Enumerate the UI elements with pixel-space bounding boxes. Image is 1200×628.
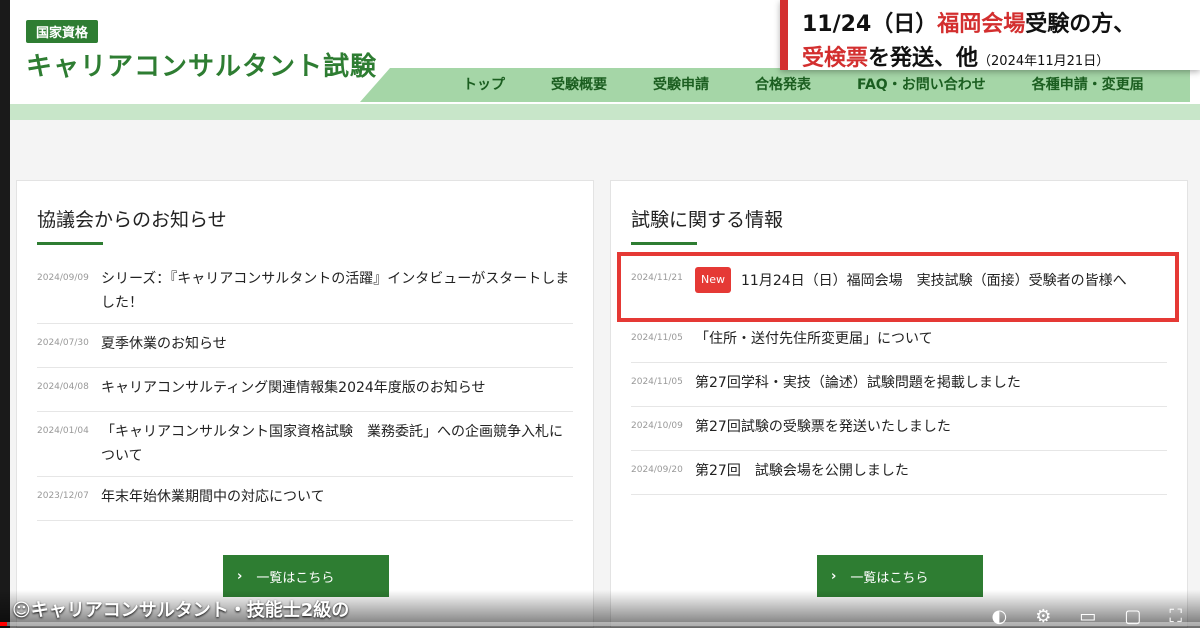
news-link[interactable]: キャリアコンサルティング関連情報集2024年度版のお知らせ	[101, 376, 486, 400]
news-link[interactable]: 夏季休業のお知らせ	[101, 332, 227, 356]
view-all-label: 一覧はこちら	[256, 570, 335, 586]
national-qualification-badge: 国家資格	[26, 20, 99, 43]
list-item[interactable]: 2024/07/30 夏季休業のお知らせ	[37, 324, 573, 368]
news-date: 2024/04/08	[37, 382, 89, 392]
news-list: 2024/09/09 シリーズ：『キャリアコンサルタントの活躍』インタビューがス…	[37, 259, 573, 521]
main-nav: トップ 受験概要 受験申請 合格発表 FAQ・お問い合わせ 各種申請・変更届	[440, 74, 1167, 94]
overlay-sent: を発送、他	[868, 46, 979, 71]
exam-info-panel: 試験に関する情報 2024/11/21 New 11月24日（日）福岡会場 実技試…	[610, 180, 1188, 628]
news-date: 2024/09/20	[631, 465, 683, 475]
list-item[interactable]: 2024/01/04 「キャリアコンサルタント国家資格試験 業務委託」への企画競…	[37, 412, 573, 477]
news-list: 2024/11/21 New 11月24日（日）福岡会場 実技試験（面接）受験者の…	[631, 259, 1167, 495]
overlay-date-text: 11/24（日）	[802, 12, 938, 37]
title-underline	[37, 242, 103, 245]
news-date: 2024/09/09	[37, 273, 89, 283]
list-item[interactable]: 2024/11/05 「住所・送付先住所変更届」について	[631, 319, 1167, 363]
chevron-right-icon: ›	[831, 568, 837, 584]
list-item[interactable]: 2024/09/09 シリーズ：『キャリアコンサルタントの活躍』インタビューがス…	[37, 259, 573, 324]
video-frame-edge	[0, 0, 10, 628]
list-item[interactable]: 2023/12/07 年末年始休業期間中の対応について	[37, 477, 573, 521]
video-title[interactable]: ☺キャリアコンサルタント・技能士2級の	[12, 596, 349, 622]
nav-item-results[interactable]: 合格発表	[732, 74, 834, 94]
panel-title: 試験に関する情報	[631, 209, 784, 231]
nav-item-changes[interactable]: 各種申請・変更届	[1009, 74, 1167, 94]
panel-title: 協議会からのお知らせ	[37, 209, 227, 231]
news-link[interactable]: 年末年始休業期間中の対応について	[101, 485, 325, 509]
list-item[interactable]: 2024/11/21 New 11月24日（日）福岡会場 実技試験（面接）受験者の…	[631, 259, 1167, 319]
news-date: 2024/10/09	[631, 421, 683, 431]
news-link[interactable]: 「住所・送付先住所変更届」について	[695, 327, 933, 351]
list-item[interactable]: 2024/11/05 第27回学科・実技（論述）試験問題を掲載しました	[631, 363, 1167, 407]
nav-item-overview[interactable]: 受験概要	[528, 74, 630, 94]
list-item[interactable]: 2024/10/09 第27回試験の受験票を発送いたしました	[631, 407, 1167, 451]
new-badge: New	[695, 267, 731, 293]
chevron-right-icon: ›	[237, 568, 243, 584]
view-all-label: 一覧はこちら	[850, 570, 929, 586]
list-item[interactable]: 2024/04/08 キャリアコンサルティング関連情報集2024年度版のお知らせ	[37, 368, 573, 412]
header-divider	[10, 104, 1200, 120]
progress-bar[interactable]	[0, 622, 1200, 626]
news-date: 2024/11/05	[631, 377, 683, 387]
news-link[interactable]: 「キャリアコンサルタント国家資格試験 業務委託」への企画競争入札について	[101, 420, 573, 468]
title-underline	[631, 242, 697, 245]
news-link[interactable]: 第27回試験の受験票を発送いたしました	[695, 415, 951, 439]
progress-fill	[0, 622, 8, 626]
site-title[interactable]: キャリアコンサルタント試験	[26, 46, 377, 83]
overlay-line-1: 11/24（日）福岡会場受験の方、	[802, 6, 1186, 38]
news-link-text: 11月24日（日）福岡会場 実技試験（面接）受験者の皆様へ	[741, 273, 1127, 289]
list-item[interactable]: 2024/09/20 第27回 試験会場を公開しました	[631, 451, 1167, 495]
news-link[interactable]: New 11月24日（日）福岡会場 実技試験（面接）受験者の皆様へ	[695, 267, 1127, 293]
news-link[interactable]: 第27回 試験会場を公開しました	[695, 459, 909, 483]
nav-item-top[interactable]: トップ	[440, 74, 528, 94]
news-date: 2023/12/07	[37, 491, 89, 501]
news-caption-overlay: 11/24（日）福岡会場受験の方、 受検票を発送、他（2024年11月21日）	[780, 0, 1200, 72]
nav-item-application[interactable]: 受験申請	[630, 74, 732, 94]
nav-item-faq[interactable]: FAQ・お問い合わせ	[834, 74, 1009, 94]
news-date: 2024/01/04	[37, 426, 89, 436]
news-date: 2024/11/05	[631, 333, 683, 343]
overlay-published-date: （2024年11月21日）	[978, 54, 1110, 69]
overlay-venue: 福岡会場	[937, 12, 1026, 37]
association-news-panel: 協議会からのお知らせ 2024/09/09 シリーズ：『キャリアコンサルタントの…	[16, 180, 594, 628]
news-link[interactable]: 第27回学科・実技（論述）試験問題を掲載しました	[695, 371, 1021, 395]
overlay-ticket: 受検票	[802, 46, 869, 71]
overlay-line-2: 受検票を発送、他（2024年11月21日）	[802, 40, 1186, 72]
news-date: 2024/11/21	[631, 273, 683, 283]
news-link[interactable]: シリーズ：『キャリアコンサルタントの活躍』インタビューがスタートしました！	[101, 267, 573, 315]
overlay-suffix: 受験の方、	[1025, 12, 1136, 37]
news-date: 2024/07/30	[37, 338, 89, 348]
